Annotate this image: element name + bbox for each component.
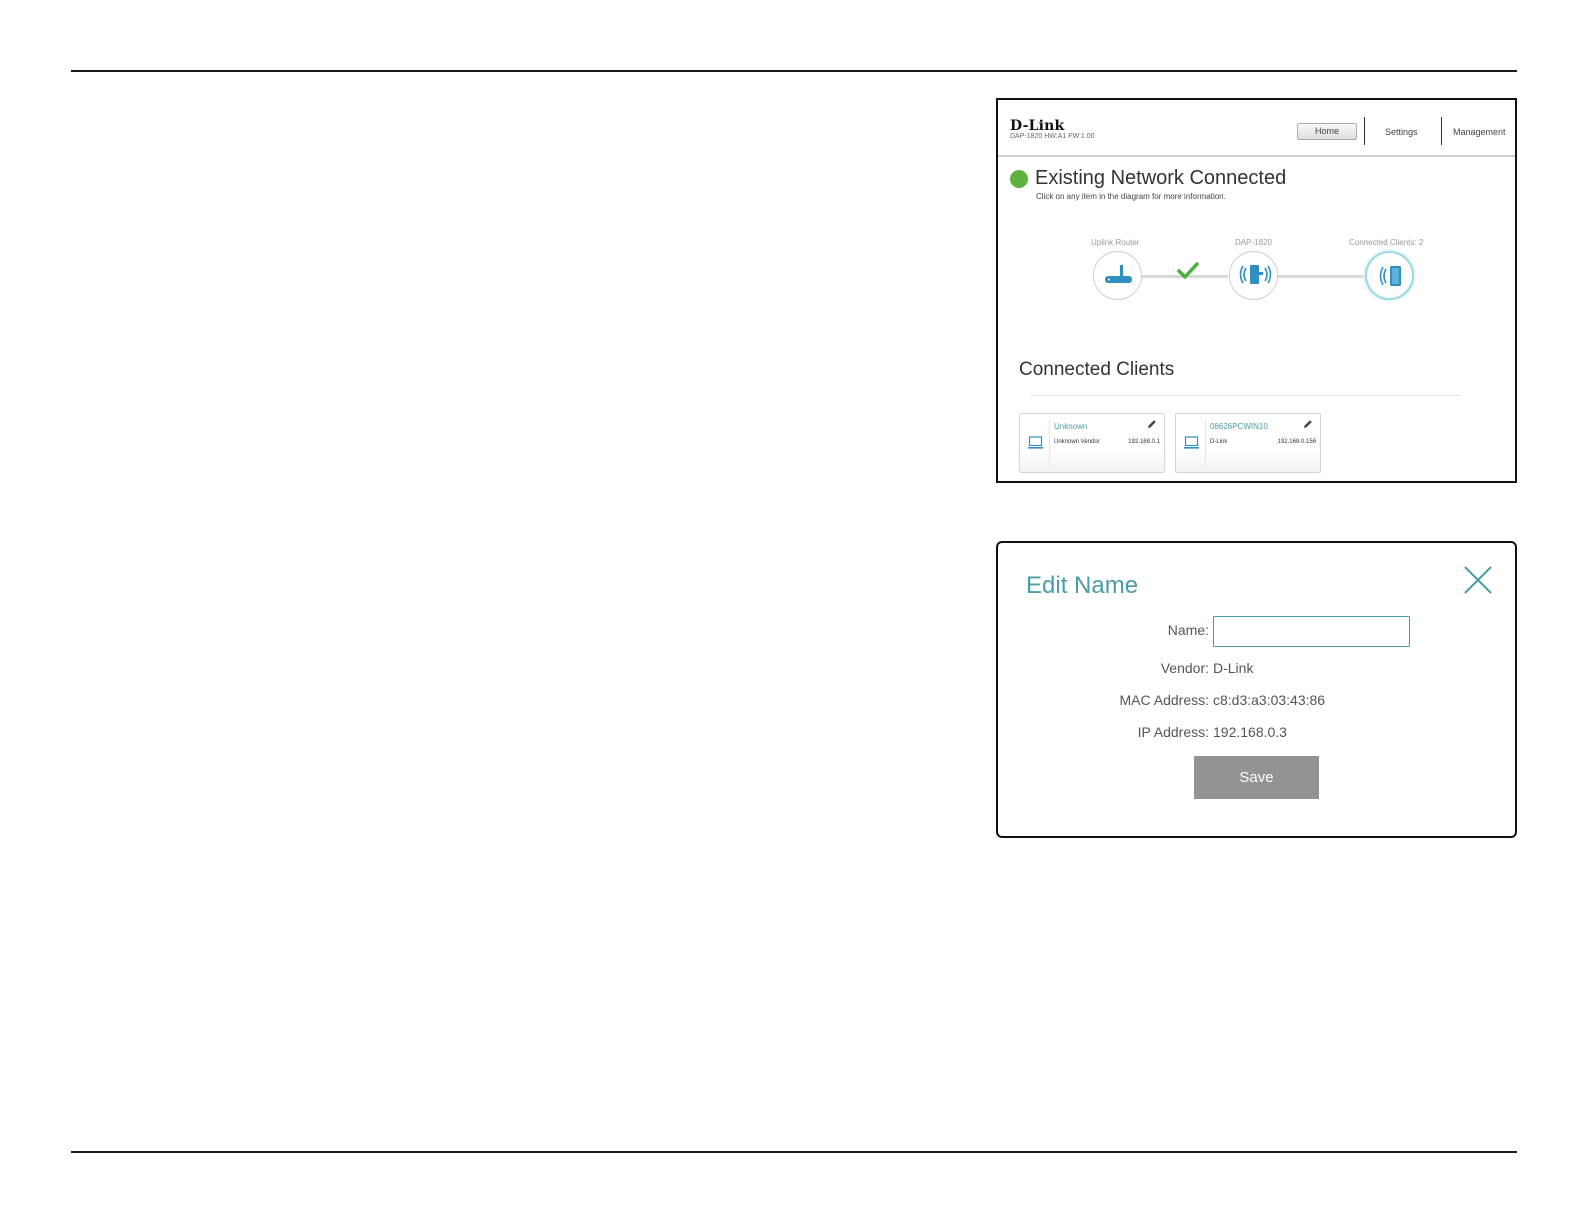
nav-divider <box>1441 117 1442 145</box>
uplink-router-label: Uplink Router <box>1091 238 1140 247</box>
connected-clients-title: Connected Clients <box>1019 359 1175 380</box>
client-name: Unknown <box>1054 422 1088 431</box>
client-ip: 192.168.0.1 <box>1128 439 1160 445</box>
card-divider <box>1049 420 1050 468</box>
nav-settings-link[interactable]: Settings <box>1385 127 1418 137</box>
client-name: 08626PCWIN10 <box>1210 422 1268 431</box>
router-icon <box>1105 265 1132 283</box>
card-divider <box>1205 420 1206 468</box>
save-button[interactable]: Save <box>1194 756 1319 799</box>
client-ip: 192.168.0.156 <box>1277 439 1316 445</box>
dialog-title: Edit Name <box>1026 572 1139 599</box>
model-info: DAP-1820 HW:A1 FW:1.00 <box>1010 133 1095 140</box>
ip-address-value: 192.168.0.3 <box>1213 724 1287 740</box>
client-vendor: Unknown Vendor <box>1054 439 1100 445</box>
pencil-icon[interactable] <box>1147 419 1157 429</box>
name-input[interactable] <box>1213 616 1410 647</box>
status-title: Existing Network Connected <box>1035 167 1287 189</box>
client-vendor: D-Link <box>1210 439 1228 445</box>
client-card[interactable]: 08626PCWIN10 D-Link 192.168.0.156 <box>1175 413 1321 473</box>
nav-management-link[interactable]: Management <box>1453 127 1506 137</box>
vendor-label: Vendor: <box>1160 660 1209 676</box>
client-card[interactable]: Unknown Unknown Vendor 192.168.0.1 <box>1019 413 1165 473</box>
nav-home-button[interactable]: Home <box>1297 123 1357 140</box>
connected-clients-label: Connected Clients: 2 <box>1349 238 1424 247</box>
device-label: DAP-1820 <box>1235 238 1272 247</box>
connected-check-icon <box>1177 262 1199 279</box>
status-indicator <box>1010 170 1028 188</box>
page-bottom-rule <box>71 1151 1517 1153</box>
mac-address-value: c8:d3:a3:03:43:86 <box>1213 692 1326 708</box>
wireless-device-icon <box>1379 266 1401 286</box>
app-header: D-Link DAP-1820 HW:A1 FW:1.00 Home Setti… <box>998 100 1515 157</box>
pencil-icon[interactable] <box>1303 419 1313 429</box>
home-screenshot: D-Link DAP-1820 HW:A1 FW:1.00 Home Setti… <box>996 98 1517 483</box>
edit-name-dialog: Edit Name Name: Vendor: D-Link MAC Addre… <box>996 541 1517 838</box>
mac-address-label: MAC Address: <box>1119 692 1209 708</box>
access-point-icon <box>1239 265 1272 284</box>
uplink-router-node[interactable] <box>1093 251 1142 300</box>
close-icon[interactable] <box>1463 565 1493 595</box>
connected-clients-node[interactable] <box>1365 251 1414 300</box>
name-label: Name: <box>1167 622 1209 638</box>
clients-connection-line <box>1278 275 1364 278</box>
status-subtitle: Click on any item in the diagram for mor… <box>1036 192 1226 201</box>
laptop-icon <box>1184 436 1199 449</box>
device-node[interactable] <box>1229 251 1278 300</box>
page-top-rule <box>71 70 1517 72</box>
vendor-value: D-Link <box>1213 660 1254 676</box>
dlink-logo: D-Link <box>1010 118 1065 134</box>
ip-address-label: IP Address: <box>1137 724 1209 740</box>
section-divider <box>1031 395 1461 396</box>
laptop-icon <box>1028 436 1043 449</box>
nav-divider <box>1364 117 1365 145</box>
